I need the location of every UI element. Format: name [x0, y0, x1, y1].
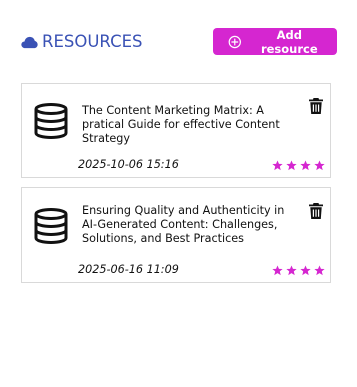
cloud-icon	[21, 36, 38, 48]
star-icon	[300, 265, 311, 276]
page-title: RESOURCES	[42, 32, 143, 51]
trash-icon[interactable]	[308, 202, 324, 220]
resource-card[interactable]: The Content Marketing Matrix: A pratical…	[21, 83, 331, 178]
database-icon	[34, 208, 68, 244]
add-resource-label: Add resource	[260, 27, 318, 56]
resource-card[interactable]: Ensuring Quality and Authenticity in AI-…	[21, 187, 331, 283]
star-icon	[272, 160, 283, 171]
resource-date: 2025-10-06 15:16	[78, 158, 179, 171]
page-title-wrap: RESOURCES	[21, 31, 143, 53]
rating-stars	[272, 265, 325, 276]
resource-title[interactable]: The Content Marketing Matrix: A pratical…	[82, 104, 287, 146]
resource-title[interactable]: Ensuring Quality and Authenticity in AI-…	[82, 204, 287, 246]
database-icon	[34, 103, 68, 139]
star-icon	[272, 265, 283, 276]
star-icon	[314, 265, 325, 276]
star-icon	[314, 160, 325, 171]
add-resource-button[interactable]: Add resource	[213, 27, 337, 56]
resource-date: 2025-06-16 11:09	[78, 263, 179, 276]
plus-circle-icon	[228, 35, 241, 48]
star-icon	[286, 160, 297, 171]
star-icon	[300, 160, 311, 171]
header: RESOURCES Add resource	[20, 28, 337, 56]
rating-stars	[272, 160, 325, 171]
trash-icon[interactable]	[308, 97, 324, 115]
star-icon	[286, 265, 297, 276]
